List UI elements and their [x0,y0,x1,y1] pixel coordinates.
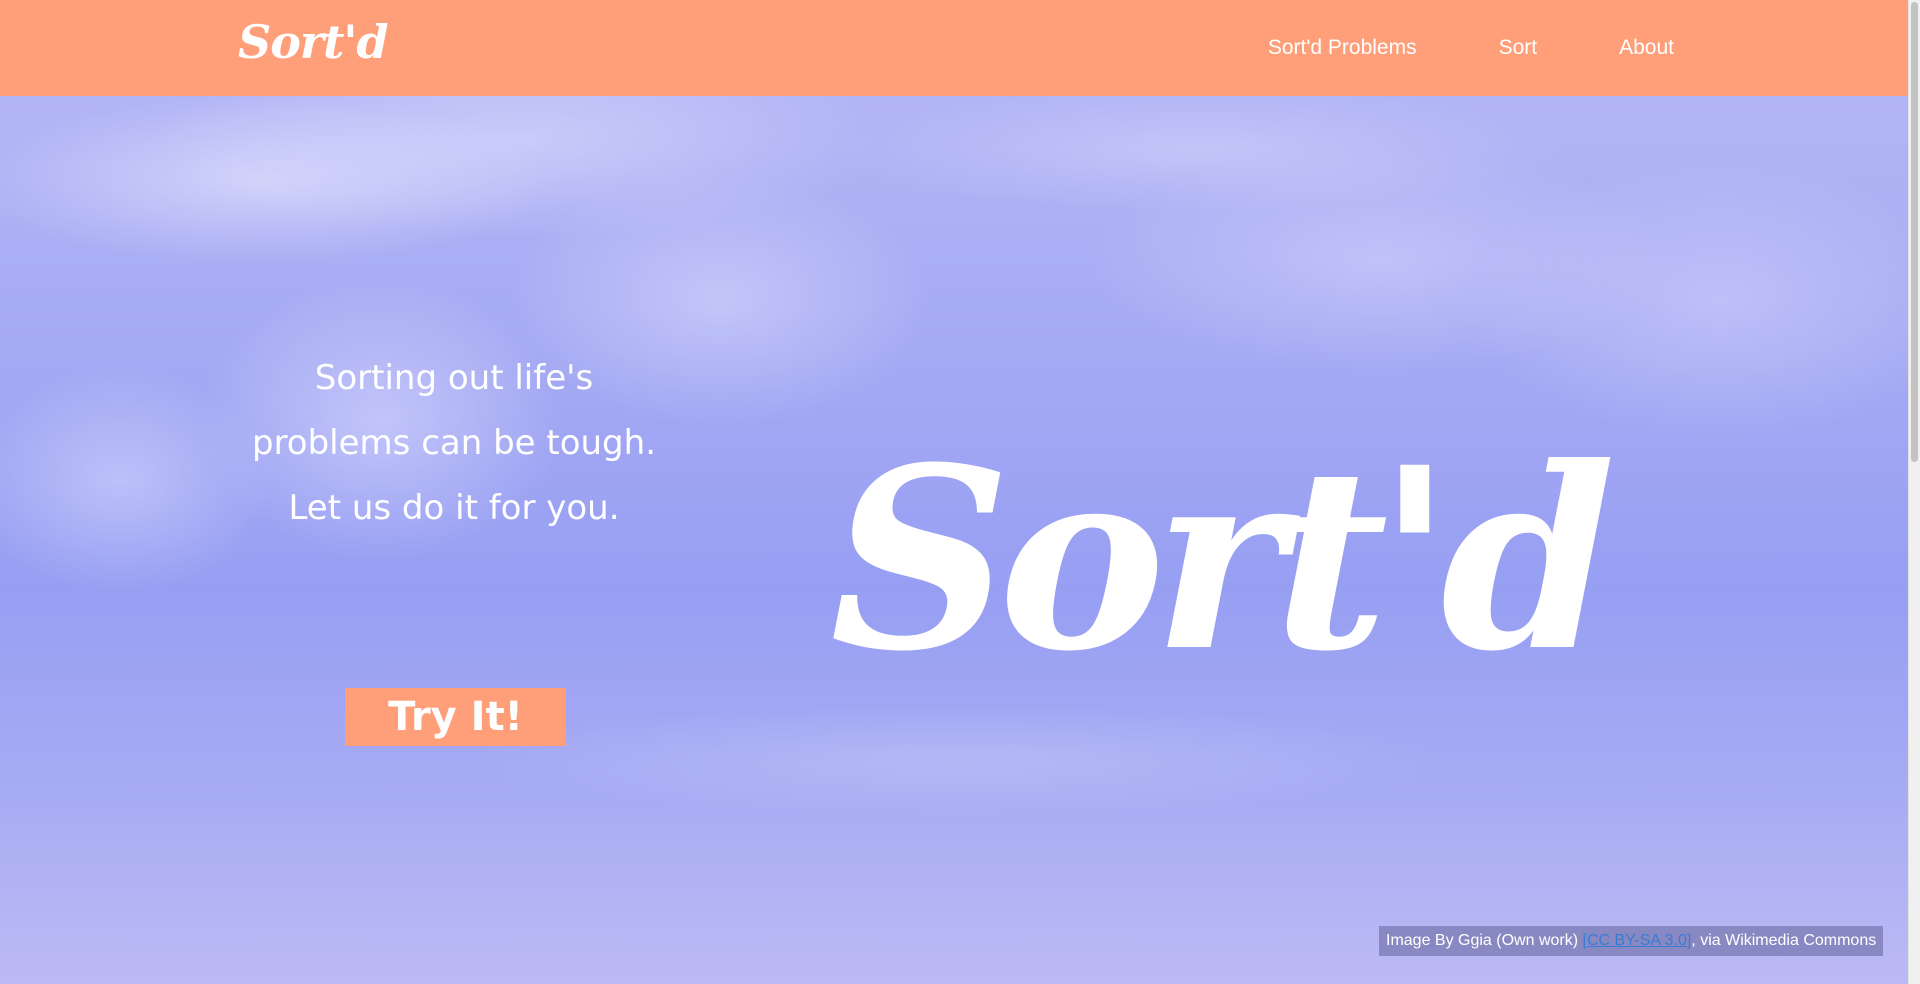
hero-logo: Sort'd [830,412,1616,706]
top-navbar: Sort'd Sort'd Problems Sort About [0,0,1908,96]
nav-links: Sort'd Problems Sort About [1268,0,1674,96]
try-it-button[interactable]: Try It! [345,688,566,746]
hero-tagline: Sorting out life's problems can be tough… [234,346,674,541]
brand-logo[interactable]: Sort'd [238,14,389,70]
scrollbar-thumb[interactable] [1911,2,1918,462]
nav-link-about[interactable]: About [1619,36,1674,60]
license-link[interactable]: [CC BY-SA 3.0] [1583,932,1692,949]
image-credit: Image By Ggia (Own work) [CC BY-SA 3.0],… [1379,926,1884,956]
page-scrollbar[interactable] [1908,0,1920,984]
nav-link-sort[interactable]: Sort [1499,36,1538,60]
tagline-line-2: problems can be tough. [251,423,656,463]
credit-prefix: Image By Ggia (Own work) [1386,932,1583,949]
nav-link-sortd-problems[interactable]: Sort'd Problems [1268,36,1417,60]
credit-suffix: , via Wikimedia Commons [1691,932,1877,949]
tagline-line-3: Let us do it for you. [288,488,620,528]
tagline-line-1: Sorting out life's [314,358,594,398]
